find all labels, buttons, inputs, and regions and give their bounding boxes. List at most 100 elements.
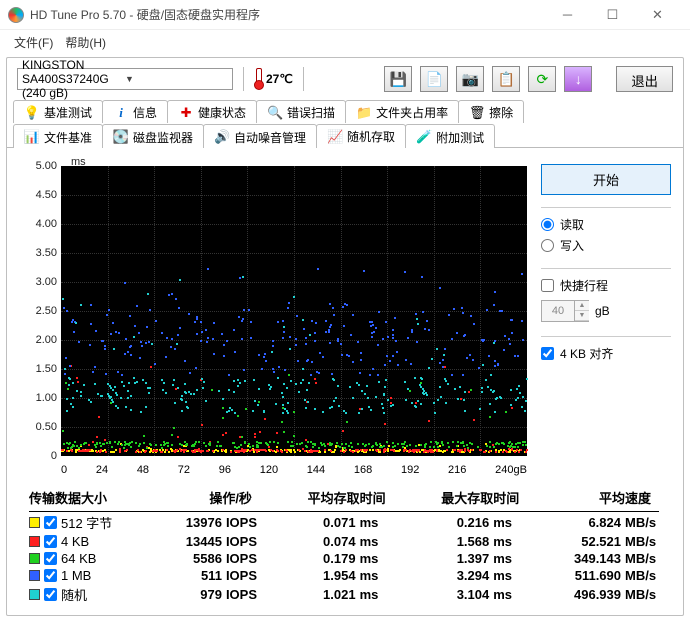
ms-unit: ms: [360, 512, 394, 534]
tab-benchmark[interactable]: 💡基准测试: [13, 100, 103, 123]
avg-value: 0.074: [260, 533, 360, 550]
series-checkbox[interactable]: [44, 535, 57, 548]
drive-select[interactable]: KINGSTON SA400S37240G (240 gB) ▼: [17, 68, 233, 90]
refresh-button[interactable]: ⟳: [528, 66, 556, 92]
tab-random-access[interactable]: 📈随机存取: [316, 124, 406, 148]
y-tick: 4.00: [36, 218, 57, 230]
screenshot-button[interactable]: 📷: [456, 66, 484, 92]
iops-value: 13976: [149, 512, 226, 534]
rate-value: 511.690: [527, 567, 625, 584]
series-checkbox[interactable]: [44, 569, 57, 582]
check-quick[interactable]: 快捷行程: [541, 277, 671, 294]
tab-folderusage[interactable]: 📁文件夹占用率: [345, 100, 459, 123]
iops-unit: IOPS: [226, 512, 260, 534]
extra-icon: 🧪: [416, 129, 432, 145]
col-rate: 平均速度: [527, 486, 659, 512]
color-swatch: [29, 570, 40, 581]
copy-text-button[interactable]: 📄: [420, 66, 448, 92]
table-row: 64 KB5586IOPS0.179ms1.397ms349.143MB/s: [29, 550, 659, 567]
ms-unit: ms: [360, 584, 394, 605]
speaker-icon: 🔊: [214, 129, 230, 145]
y-tick: 2.00: [36, 334, 57, 346]
x-tick: 48: [137, 464, 149, 476]
radio-write[interactable]: 写入: [541, 237, 671, 254]
y-tick: 0.50: [36, 421, 57, 433]
copy-button[interactable]: 📋: [492, 66, 520, 92]
copy-text-icon: 📄: [426, 71, 443, 88]
spin-down-icon[interactable]: ▼: [575, 311, 589, 321]
col-transfer-size: 传输数据大小: [29, 486, 149, 512]
iops-unit: IOPS: [226, 533, 260, 550]
close-button[interactable]: ✕: [635, 1, 680, 29]
rate-unit: MB/s: [625, 550, 659, 567]
tab-erase[interactable]: 🗑擦除: [458, 100, 524, 123]
bulb-icon: 💡: [24, 105, 40, 121]
results-table: 传输数据大小 操作/秒 平均存取时间 最大存取时间 平均速度 512 字节139…: [7, 482, 683, 615]
iops-value: 979: [149, 584, 226, 605]
series-checkbox[interactable]: [44, 552, 57, 565]
tab-errorscan[interactable]: 🔍错误扫描: [256, 100, 346, 123]
ms-unit: ms: [493, 512, 527, 534]
rate-value: 52.521: [527, 533, 625, 550]
y-tick: 1.50: [36, 363, 57, 375]
side-panel: 开始 读取 写入 快捷行程 ▲▼ gB 4 KB 对齐: [541, 158, 671, 476]
temperature-value: 27℃: [266, 72, 293, 86]
tab-strip-1: 💡基准测试 i信息 ✚健康状态 🔍错误扫描 📁文件夹占用率 🗑擦除: [7, 100, 683, 123]
tab-monitor[interactable]: 💽磁盘监视器: [102, 124, 204, 148]
tab-info[interactable]: i信息: [102, 100, 168, 123]
save-icon: 💾: [390, 71, 407, 88]
tab-aam[interactable]: 🔊自动噪音管理: [203, 124, 317, 148]
max-value: 1.397: [394, 550, 494, 567]
minimize-button[interactable]: ─: [545, 1, 590, 29]
color-swatch: [29, 589, 40, 600]
table-row: 随机979IOPS1.021ms3.104ms496.939MB/s: [29, 584, 659, 605]
start-button[interactable]: 开始: [541, 164, 671, 195]
chevron-down-icon: ▼: [125, 74, 228, 84]
mode-group: 读取 写入: [541, 207, 671, 254]
spin-up-icon[interactable]: ▲: [575, 301, 589, 311]
check-align[interactable]: 4 KB 对齐: [541, 345, 671, 362]
random-icon: 📈: [327, 129, 343, 145]
spinner-buttons[interactable]: ▲▼: [574, 301, 589, 321]
menu-file[interactable]: 文件(F): [14, 34, 53, 51]
max-value: 3.104: [394, 584, 494, 605]
x-tick: 144: [307, 464, 325, 476]
erase-icon: 🗑: [469, 105, 485, 121]
window-title: HD Tune Pro 5.70 - 硬盘/固态硬盘实用程序: [30, 6, 545, 23]
down-button[interactable]: ↓: [564, 66, 592, 92]
rate-unit: MB/s: [625, 584, 659, 605]
rate-unit: MB/s: [625, 567, 659, 584]
divider: [303, 67, 304, 91]
table-row: 512 字节13976IOPS0.071ms0.216ms6.824MB/s: [29, 512, 659, 534]
quick-group: 快捷行程 ▲▼ gB: [541, 268, 671, 322]
folder-icon: 📁: [356, 105, 372, 121]
tab-extra[interactable]: 🧪附加测试: [405, 124, 495, 148]
col-max: 最大存取时间: [394, 486, 528, 512]
ms-unit: ms: [493, 533, 527, 550]
ms-unit: ms: [360, 567, 394, 584]
x-tick: 72: [178, 464, 190, 476]
temperature: 27℃: [254, 68, 293, 90]
menu-help[interactable]: 帮助(H): [65, 34, 106, 51]
avg-value: 1.954: [260, 567, 360, 584]
iops-unit: IOPS: [226, 584, 260, 605]
thermometer-icon: [254, 68, 262, 90]
tab-strip-2: 📊文件基准 💽磁盘监视器 🔊自动噪音管理 📈随机存取 🧪附加测试: [7, 123, 683, 148]
series-label: 随机: [61, 585, 87, 604]
quick-size-spinner[interactable]: ▲▼: [541, 300, 589, 322]
save-button[interactable]: 💾: [384, 66, 412, 92]
menubar: 文件(F) 帮助(H): [0, 30, 690, 57]
color-swatch: [29, 553, 40, 564]
tab-filebench[interactable]: 📊文件基准: [13, 124, 103, 148]
series-checkbox[interactable]: [44, 588, 57, 601]
series-checkbox[interactable]: [44, 516, 57, 529]
maximize-button[interactable]: ☐: [590, 1, 635, 29]
quick-size-input[interactable]: [542, 301, 574, 321]
col-iops: 操作/秒: [149, 486, 260, 512]
tab-health[interactable]: ✚健康状态: [167, 100, 257, 123]
exit-button[interactable]: 退出: [616, 66, 673, 92]
series-label: 1 MB: [61, 568, 91, 583]
avg-value: 1.021: [260, 584, 360, 605]
radio-read[interactable]: 读取: [541, 216, 671, 233]
table-row: 4 KB13445IOPS0.074ms1.568ms52.521MB/s: [29, 533, 659, 550]
